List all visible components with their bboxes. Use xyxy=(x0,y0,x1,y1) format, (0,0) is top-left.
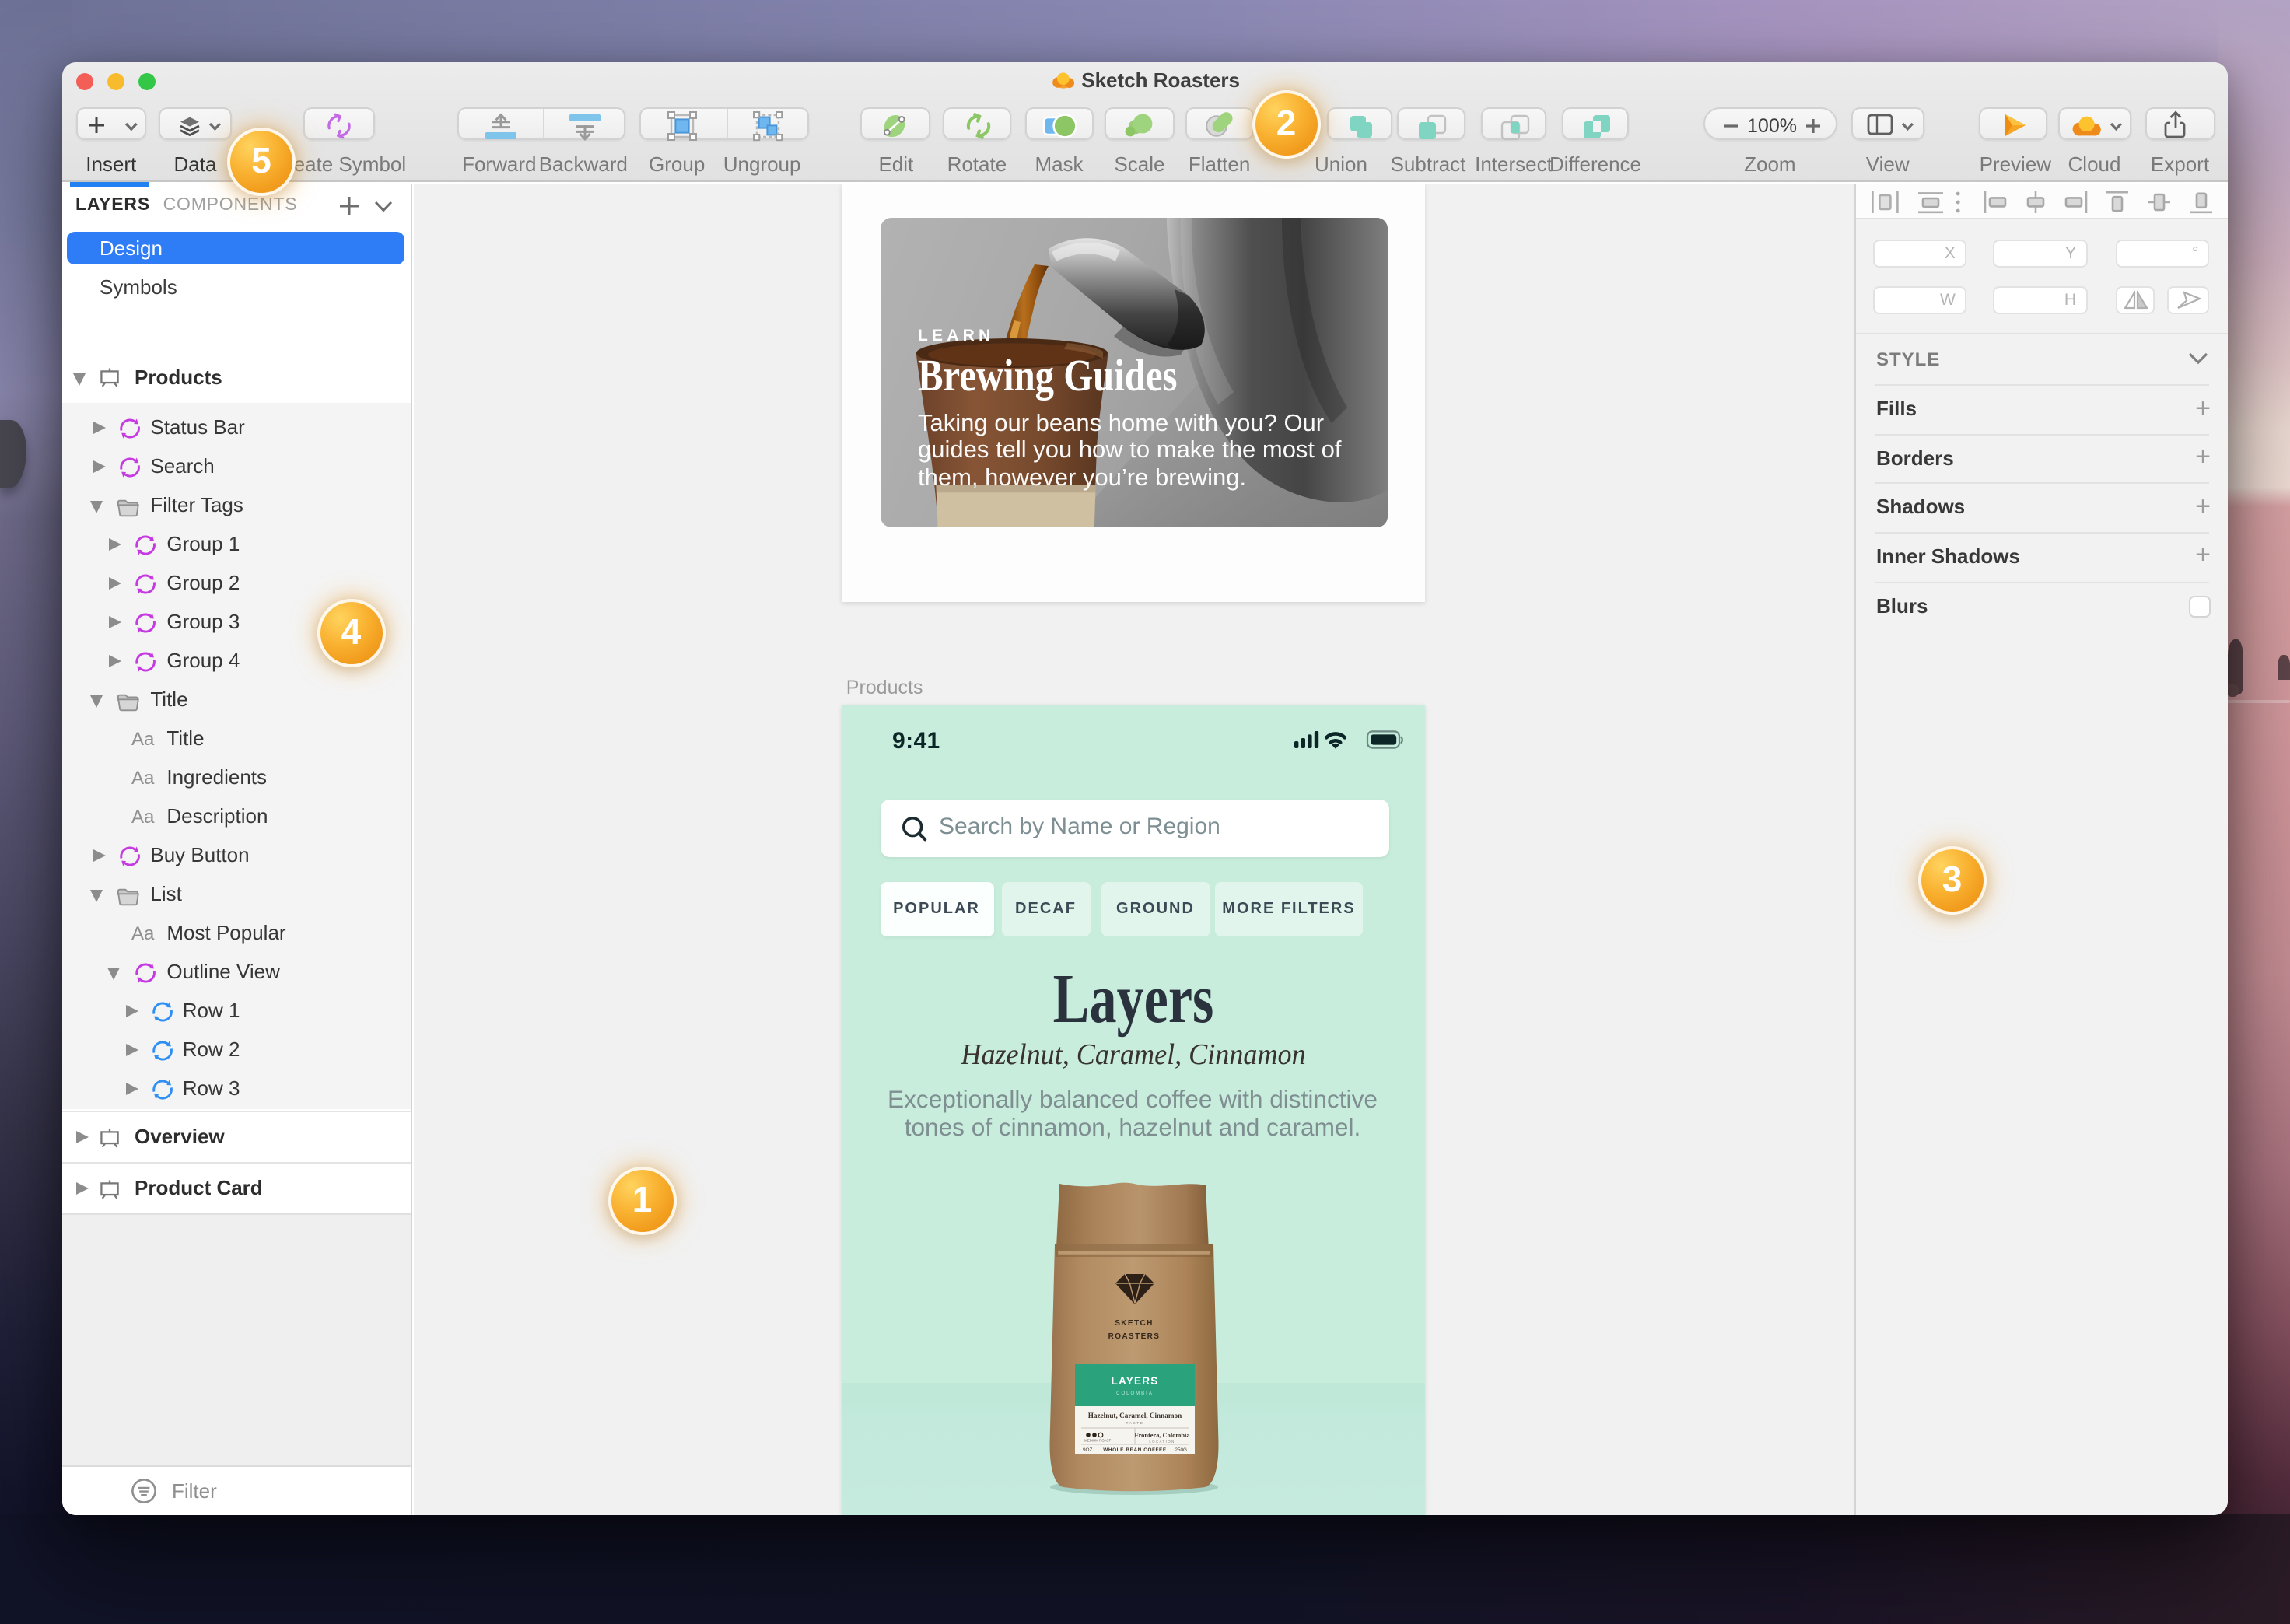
svg-text:COLOMBIA: COLOMBIA xyxy=(1115,1392,1153,1397)
svg-text:MEDIUM ROAST: MEDIUM ROAST xyxy=(1084,1439,1110,1443)
svg-text:ROASTERS: ROASTERS xyxy=(1108,1333,1160,1342)
svg-text:250G: 250G xyxy=(1174,1448,1186,1454)
svg-text:100%: 100% xyxy=(1746,114,1796,136)
svg-text:TASTE: TASTE xyxy=(1125,1422,1143,1426)
svg-text:WHOLE BEAN COFFEE: WHOLE BEAN COFFEE xyxy=(1102,1448,1166,1454)
svg-text:Frontera, Colombia: Frontera, Colombia xyxy=(1133,1433,1189,1440)
svg-text:9OZ: 9OZ xyxy=(1082,1448,1092,1454)
svg-text:Hazelnut, Caramel, Cinnamon: Hazelnut, Caramel, Cinnamon xyxy=(1087,1412,1181,1420)
svg-text:LOCATION: LOCATION xyxy=(1148,1440,1174,1444)
svg-text:SKETCH: SKETCH xyxy=(1114,1320,1153,1328)
svg-text:LAYERS: LAYERS xyxy=(1110,1376,1157,1388)
